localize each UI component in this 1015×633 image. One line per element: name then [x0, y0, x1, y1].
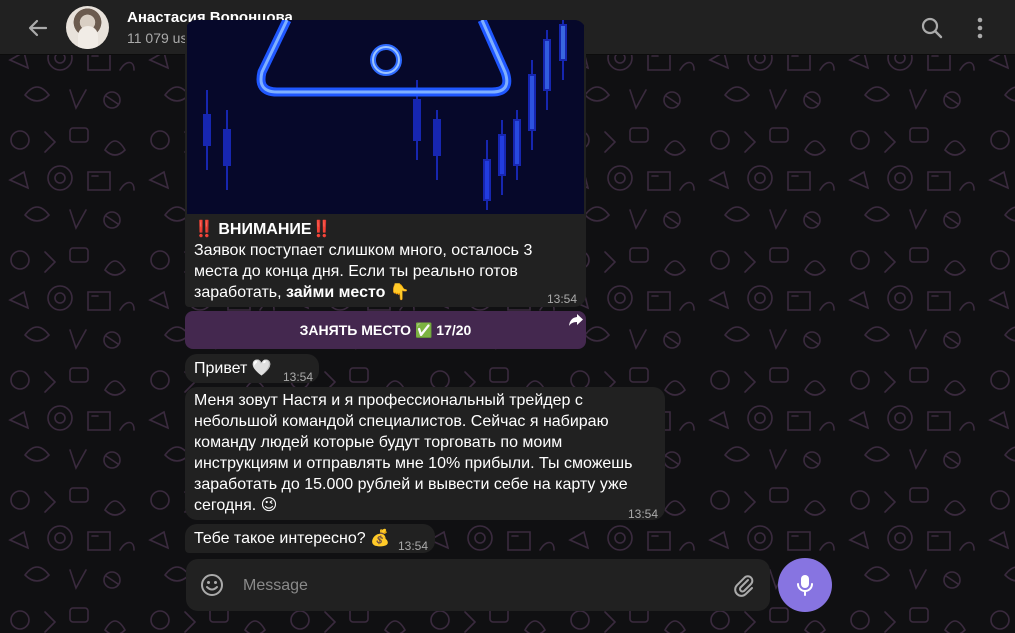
message-time: 13:54	[398, 539, 429, 553]
message-composer	[186, 559, 770, 611]
microphone-button[interactable]	[778, 558, 832, 612]
media-message: ‼️ ВНИМАНИЕ‼️ Заявок поступает слишком м…	[185, 20, 586, 307]
message-emoji-text: 👇	[385, 284, 410, 301]
inline-button-take-place[interactable]: ЗАНЯТЬ МЕСТО ✅ 17/20	[185, 311, 586, 349]
emoji-icon[interactable]	[199, 572, 225, 598]
inline-button-label: ЗАНЯТЬ МЕСТО ✅ 17/20	[299, 322, 472, 338]
microphone-icon	[797, 575, 813, 596]
message-text: Привет 🤍	[194, 360, 272, 377]
message-greeting: Привет 🤍 13:54	[185, 354, 319, 384]
message-time: 13:54	[283, 370, 314, 384]
message-heading: ‼️ ВНИМАНИЕ‼️	[194, 221, 332, 238]
message-input[interactable]	[241, 571, 715, 601]
message-time: 13:54	[628, 507, 659, 521]
message-text: Тебе такое интересно? 💰	[194, 530, 391, 547]
forward-icon[interactable]	[568, 312, 584, 328]
message-time: 13:54	[547, 292, 578, 306]
message-bold-text: займи место	[286, 284, 386, 301]
message-question: Тебе такое интересно? 💰 13:54	[185, 524, 435, 553]
message-text: Меня зовут Настя и я профессиональный тр…	[194, 392, 633, 514]
message-text: ‼️ ВНИМАНИЕ‼️ Заявок поступает слишком м…	[194, 219, 579, 303]
more-vertical-icon[interactable]	[966, 14, 994, 42]
avatar[interactable]	[66, 6, 109, 49]
search-icon[interactable]	[918, 14, 946, 42]
message-intro: Меня зовут Настя и я профессиональный тр…	[185, 387, 665, 521]
back-arrow-icon[interactable]	[24, 14, 52, 42]
media-image[interactable]	[187, 20, 584, 214]
paperclip-icon[interactable]	[731, 572, 757, 598]
